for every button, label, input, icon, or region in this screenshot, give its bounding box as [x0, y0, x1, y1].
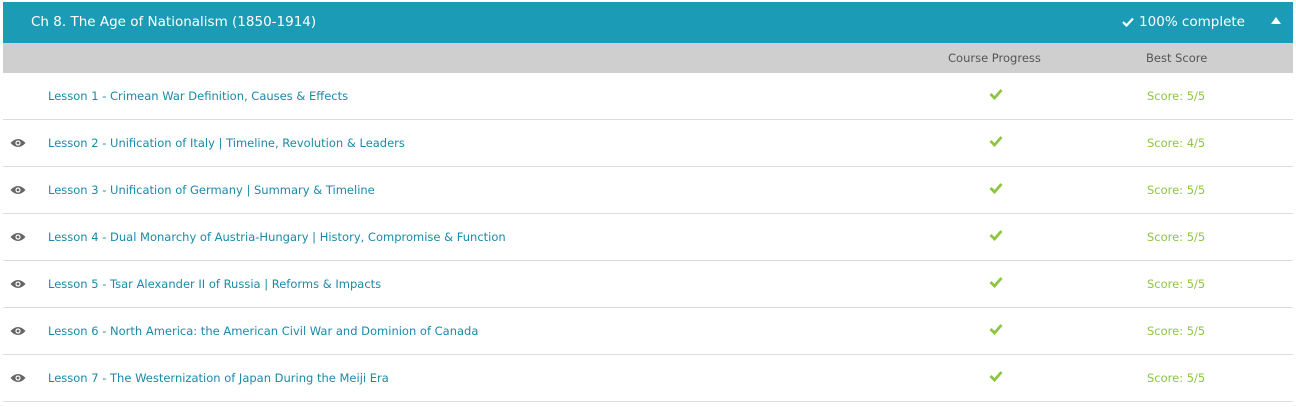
checkmark-icon: [1122, 17, 1134, 27]
lesson-row: Lesson 6 - North America: the American C…: [3, 308, 1293, 355]
lesson-link[interactable]: Lesson 2 - Unification of Italy | Timeli…: [48, 136, 405, 150]
lesson-row: Lesson 5 - Tsar Alexander II of Russia |…: [3, 261, 1293, 308]
lesson-link[interactable]: Lesson 7 - The Westernization of Japan D…: [48, 371, 389, 385]
chapter-header[interactable]: Ch 8. The Age of Nationalism (1850-1914)…: [3, 2, 1293, 43]
progress-check-icon: [989, 371, 1003, 382]
progress-check-icon: [989, 89, 1003, 100]
best-score-value: Score: 5/5: [1147, 371, 1206, 385]
column-header-row: Course Progress Best Score: [3, 43, 1293, 73]
lesson-list: Lesson 1 - Crimean War Definition, Cause…: [3, 73, 1293, 402]
lesson-row: Lesson 7 - The Westernization of Japan D…: [3, 355, 1293, 402]
progress-check-icon: [989, 230, 1003, 241]
eye-icon[interactable]: [10, 185, 26, 195]
best-score-header: Best Score: [1146, 51, 1208, 65]
eye-icon[interactable]: [10, 138, 26, 148]
eye-icon[interactable]: [10, 373, 26, 383]
chapter-panel: Ch 8. The Age of Nationalism (1850-1914)…: [3, 2, 1293, 402]
lesson-row: Lesson 1 - Crimean War Definition, Cause…: [3, 73, 1293, 120]
progress-check-icon: [989, 183, 1003, 194]
best-score-value: Score: 4/5: [1147, 136, 1206, 150]
best-score-value: Score: 5/5: [1147, 324, 1206, 338]
course-progress-header: Course Progress: [948, 51, 1041, 65]
progress-check-icon: [989, 324, 1003, 335]
completion-label: 100% complete: [1139, 14, 1245, 30]
best-score-value: Score: 5/5: [1147, 89, 1206, 103]
best-score-value: Score: 5/5: [1147, 277, 1206, 291]
progress-check-icon: [989, 277, 1003, 288]
eye-icon[interactable]: [10, 232, 26, 242]
best-score-value: Score: 5/5: [1147, 183, 1206, 197]
chapter-title: Ch 8. The Age of Nationalism (1850-1914): [31, 14, 317, 30]
lesson-row: Lesson 4 - Dual Monarchy of Austria-Hung…: [3, 214, 1293, 261]
collapse-caret-icon[interactable]: [1271, 17, 1281, 24]
lesson-link[interactable]: Lesson 3 - Unification of Germany | Summ…: [48, 183, 375, 197]
eye-icon[interactable]: [10, 279, 26, 289]
lesson-link[interactable]: Lesson 1 - Crimean War Definition, Cause…: [48, 89, 348, 103]
progress-check-icon: [989, 136, 1003, 147]
completion-status: 100% complete: [1122, 14, 1245, 30]
lesson-link[interactable]: Lesson 5 - Tsar Alexander II of Russia |…: [48, 277, 381, 291]
lesson-link[interactable]: Lesson 6 - North America: the American C…: [48, 324, 478, 338]
lesson-link[interactable]: Lesson 4 - Dual Monarchy of Austria-Hung…: [48, 230, 506, 244]
lesson-row: Lesson 3 - Unification of Germany | Summ…: [3, 167, 1293, 214]
best-score-value: Score: 5/5: [1147, 230, 1206, 244]
eye-icon[interactable]: [10, 326, 26, 336]
lesson-row: Lesson 2 - Unification of Italy | Timeli…: [3, 120, 1293, 167]
